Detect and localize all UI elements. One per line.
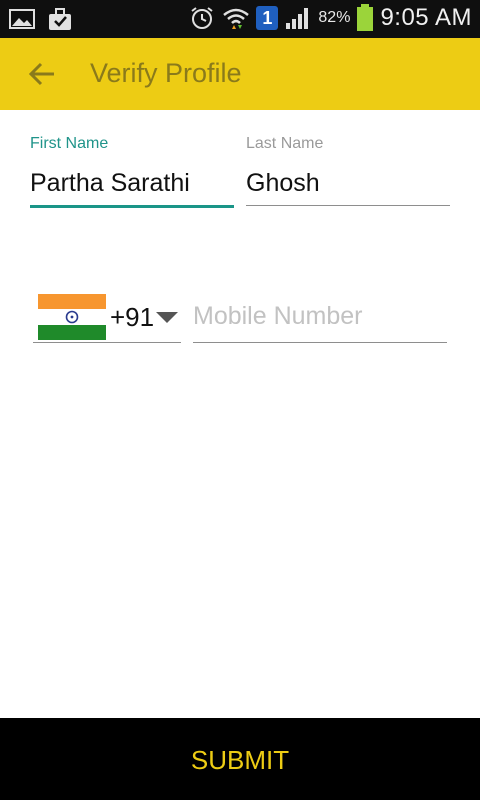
first-name-field[interactable]: First Name Partha Sarathi	[30, 135, 234, 210]
first-name-label: First Name	[30, 135, 109, 152]
battery-percent: 82%	[318, 9, 351, 26]
mobile-number-input[interactable]: Mobile Number	[193, 302, 363, 331]
chevron-down-icon	[156, 312, 178, 323]
status-bar: 1 82% 9:05 AM	[0, 0, 480, 38]
mobile-number-underline	[193, 342, 447, 343]
last-name-label: Last Name	[246, 135, 324, 152]
clock: 9:05 AM	[380, 4, 472, 31]
submit-bar[interactable]: SUBMIT	[0, 718, 480, 800]
arrow-left-icon[interactable]	[22, 58, 62, 90]
signal-icon	[286, 8, 309, 29]
last-name-input[interactable]: Ghosh	[246, 169, 320, 198]
country-code-underline	[33, 342, 181, 343]
briefcase-icon	[49, 8, 71, 30]
wifi-icon	[223, 8, 250, 29]
first-name-underline	[30, 205, 234, 208]
page-title: Verify Profile	[90, 58, 242, 88]
app-bar: Verify Profile	[0, 38, 480, 110]
india-flag-icon	[38, 294, 106, 340]
last-name-underline	[246, 205, 450, 206]
submit-button[interactable]: SUBMIT	[0, 745, 480, 776]
first-name-input[interactable]: Partha Sarathi	[30, 169, 190, 198]
alarm-icon	[191, 7, 214, 29]
image-icon	[9, 9, 35, 29]
country-code: +91	[110, 302, 155, 332]
notification-badge: 1	[256, 6, 279, 30]
last-name-field[interactable]: Last Name Ghosh	[246, 135, 450, 210]
battery-icon	[357, 4, 374, 31]
